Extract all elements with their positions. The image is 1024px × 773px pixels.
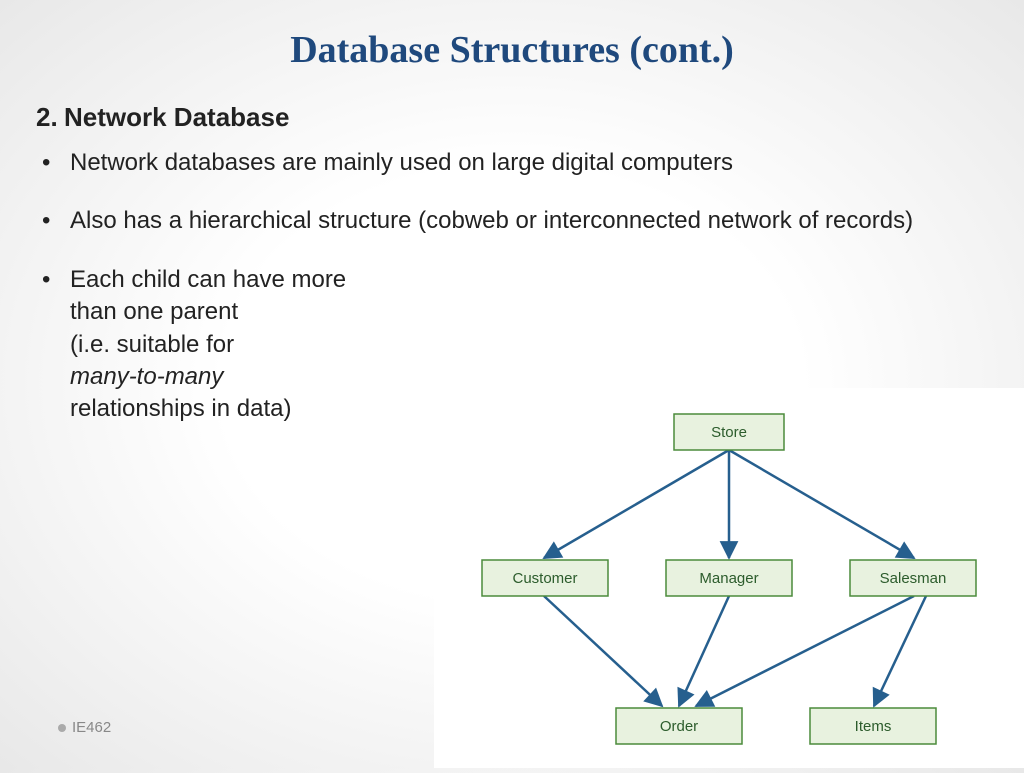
bullet-3: Each child can have more than one parent… [36,264,436,426]
bullet-2: Also has a hierarchical structure (cobwe… [36,205,976,237]
footer-bullet-icon [58,724,66,732]
section-title: Network Database [64,102,289,132]
bullet-3-line3: (i.e. suitable for [70,331,234,358]
bullet-3-line2: than one parent [70,298,238,325]
footer-code: IE462 [58,719,111,736]
slide-content: 2.Network Database Network databases are… [0,72,1024,426]
node-customer: Customer [482,560,608,596]
edge-manager-order [679,596,729,706]
svg-text:Customer: Customer [512,570,577,587]
bullet-list: Network databases are mainly used on lar… [36,147,976,426]
footer-label: IE462 [72,719,111,736]
bullet-1: Network databases are mainly used on lar… [36,147,976,179]
svg-text:Items: Items [855,718,892,735]
bullet-3-line1: Each child can have more [70,266,346,293]
network-diagram: Store Customer Manager Salesman Order It… [434,388,1024,768]
node-order: Order [616,708,742,744]
svg-text:Salesman: Salesman [880,570,947,587]
section-heading: 2.Network Database [36,102,976,133]
node-items: Items [810,708,936,744]
bullet-3-line5: relationships in data) [70,395,291,422]
svg-text:Manager: Manager [699,570,758,587]
edge-customer-order [544,596,662,706]
section-number: 2. [36,102,64,133]
node-store: Store [674,414,784,450]
edge-store-customer [544,450,729,558]
svg-text:Store: Store [711,424,747,441]
slide-title: Database Structures (cont.) [0,0,1024,72]
bullet-3-italic: many-to-many [70,363,223,390]
svg-text:Order: Order [660,718,698,735]
node-manager: Manager [666,560,792,596]
edge-store-salesman [729,450,914,558]
node-salesman: Salesman [850,560,976,596]
